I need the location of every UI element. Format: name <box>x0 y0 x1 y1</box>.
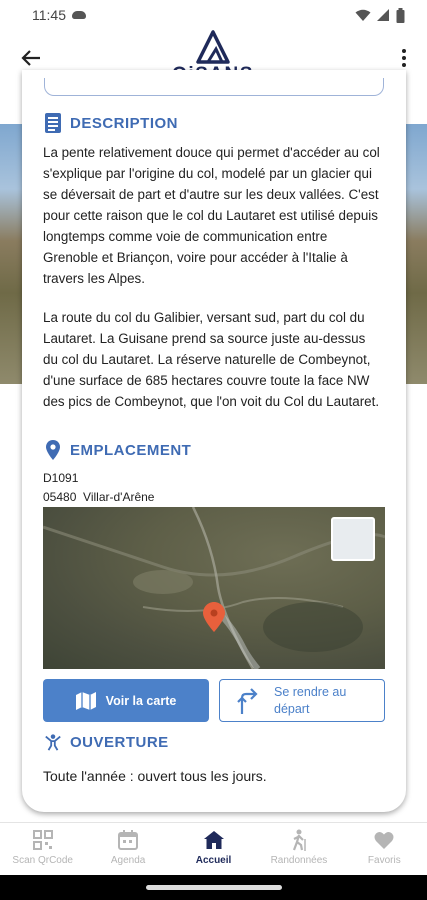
directions-icon <box>237 687 258 714</box>
description-paragraph-1: La pente relativement douce qui permet d… <box>43 145 380 286</box>
wifi-icon <box>355 9 371 21</box>
nav-label-agenda: Agenda <box>110 855 146 866</box>
map-icon <box>75 691 96 710</box>
home-gesture-pill[interactable] <box>146 885 282 890</box>
status-time: 11:45 <box>32 7 66 23</box>
location-title: EMPLACEMENT <box>70 441 192 459</box>
home-icon <box>203 829 225 851</box>
nav-item-agenda[interactable]: Agenda <box>85 823 170 875</box>
system-navigation-bar <box>0 875 427 900</box>
opening-heading: OUVERTURE <box>44 732 169 752</box>
cloud-icon <box>72 11 86 19</box>
nav-label-home: Accueil <box>195 855 232 866</box>
nav-item-home[interactable]: Accueil <box>171 823 256 875</box>
more-menu-button[interactable] <box>399 46 409 70</box>
nav-item-scan[interactable]: Scan QrCode <box>0 823 85 875</box>
location-pin-icon <box>44 440 62 460</box>
location-heading: EMPLACEMENT <box>44 440 191 460</box>
opening-text: Toute l'année : ouvert tous les jours. <box>43 768 267 784</box>
mountain-logo-icon <box>196 30 230 64</box>
view-map-label: Voir la carte <box>105 693 177 708</box>
nav-label-scan: Scan QrCode <box>12 855 73 866</box>
description-heading: DESCRIPTION <box>44 113 178 133</box>
hiker-icon <box>288 829 310 851</box>
qr-code-icon <box>32 829 54 851</box>
heart-icon <box>373 829 395 851</box>
address-road: D1091 <box>43 471 79 485</box>
opening-title: OUVERTURE <box>70 733 169 751</box>
map-mini-preview <box>331 517 375 561</box>
nav-label-hikes: Randonnées <box>270 855 328 866</box>
arrow-left-icon <box>21 50 40 66</box>
card-top-field <box>44 78 384 96</box>
nav-item-hikes[interactable]: Randonnées <box>256 823 341 875</box>
description-title: DESCRIPTION <box>70 114 179 132</box>
nav-label-favorites: Favoris <box>367 855 401 866</box>
status-icons <box>355 7 405 23</box>
view-map-button[interactable]: Voir la carte <box>43 679 209 722</box>
nav-item-favorites[interactable]: Favoris <box>342 823 427 875</box>
address-city: 05480 Villar-d'Arêne <box>43 490 155 504</box>
description-paragraph-2: La route du col du Galibier, versant sud… <box>43 310 380 409</box>
go-to-start-label: Se rendre au départ <box>274 684 347 716</box>
bottom-navigation: Scan QrCode Agenda Accueil Randonnées Fa… <box>0 822 427 875</box>
document-icon <box>44 113 62 133</box>
back-button[interactable] <box>18 45 44 71</box>
location-map[interactable] <box>43 507 385 669</box>
battery-icon <box>396 7 405 23</box>
signal-icon <box>377 8 389 21</box>
person-celebrate-icon <box>44 732 62 752</box>
content-card: DESCRIPTION La pente relativement douce … <box>22 70 406 812</box>
calendar-icon <box>117 829 139 851</box>
status-bar: 11:45 <box>0 0 427 30</box>
map-pin-icon <box>203 602 225 632</box>
go-to-start-button[interactable]: Se rendre au départ <box>219 679 385 722</box>
